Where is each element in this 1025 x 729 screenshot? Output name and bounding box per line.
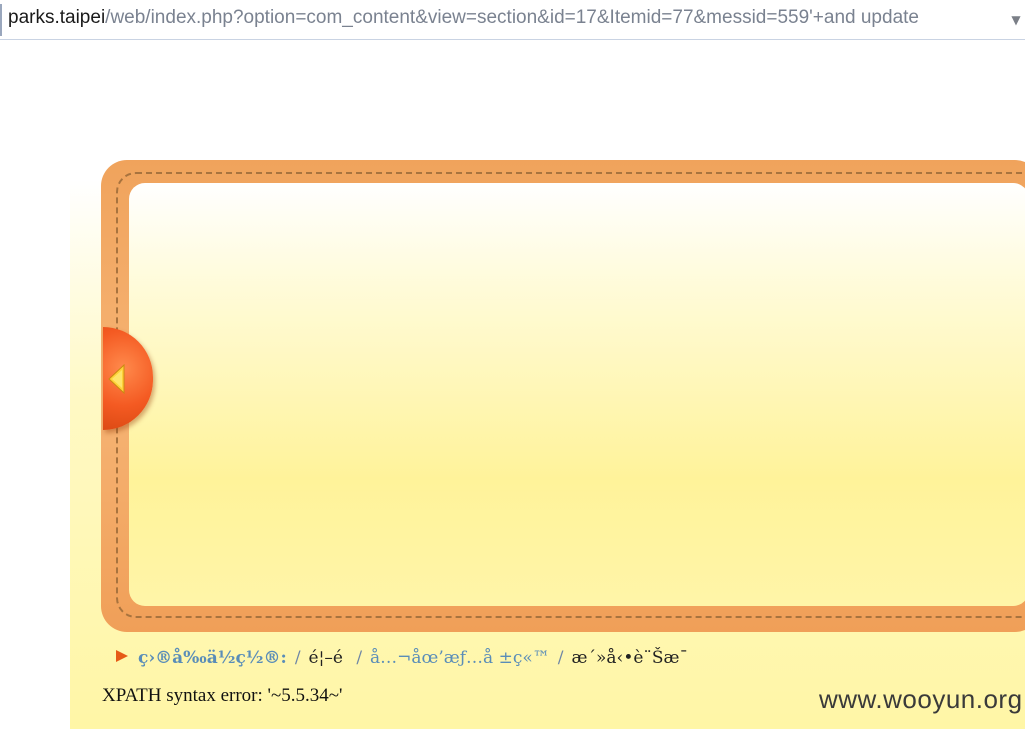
- breadcrumb-item-home[interactable]: é¦–é: [309, 648, 349, 668]
- url-host: parks.taipei: [8, 7, 106, 28]
- url-path: /web/index.php?option=com_content&view=s…: [105, 7, 919, 28]
- breadcrumb-label: ç›®å‰ä½ç½®:: [138, 648, 287, 668]
- address-bar-edge: [0, 4, 2, 36]
- url-text[interactable]: parks.taipei/web/index.php?option=com_co…: [8, 7, 919, 29]
- error-message: XPATH syntax error: '~5.5.34~': [102, 685, 343, 706]
- breadcrumb-separator: /: [557, 648, 564, 668]
- slider-panel: [129, 183, 1025, 606]
- breadcrumb-separator: /: [294, 648, 301, 668]
- breadcrumb-separator: /: [356, 648, 363, 668]
- triangle-right-icon: [116, 650, 128, 662]
- chevron-down-icon[interactable]: ▼: [1007, 8, 1025, 32]
- address-bar[interactable]: parks.taipei/web/index.php?option=com_co…: [0, 0, 1025, 40]
- triangle-left-icon: [108, 364, 125, 394]
- breadcrumb: ç›®å‰ä½ç½®: / é¦–é / å…¬åœ’æƒ…å ±ç«™ / æ´»å‹•…: [116, 648, 688, 668]
- breadcrumb-item-current: æ´»å‹•è¨Šæ¯: [571, 648, 689, 668]
- watermark: www.wooyun.org: [819, 684, 1023, 714]
- breadcrumb-item-info[interactable]: å…¬åœ’æƒ…å ±ç«™: [370, 648, 550, 668]
